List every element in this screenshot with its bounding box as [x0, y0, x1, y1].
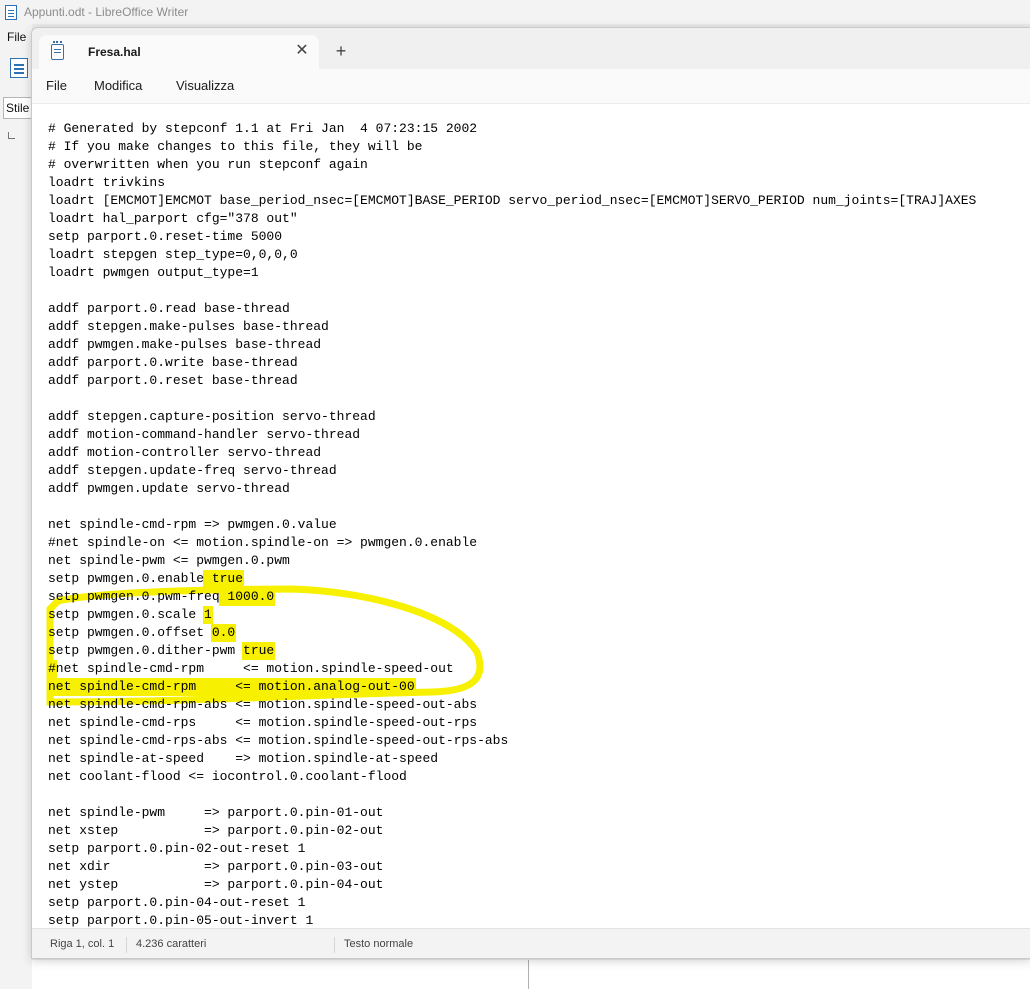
page-corner-mark: [8, 132, 15, 139]
code-line: setp parport.0.reset-time 5000: [48, 229, 283, 244]
new-tab-button[interactable]: +: [331, 41, 351, 61]
menu-visualizza[interactable]: Visualizza: [176, 78, 234, 93]
notepad-window: Fresa.hal ✕ + File Modifica Visualizza #…: [31, 27, 1030, 959]
status-char-count: 4.236 caratteri: [136, 938, 207, 950]
code-line: setp pwmgen.0.offset 0.0: [48, 625, 236, 640]
code-line: net spindle-pwm => parport.0.pin-01-out: [48, 805, 384, 820]
writer-toolbar-icon[interactable]: [10, 58, 28, 78]
code-line: addf parport.0.read base-thread: [48, 301, 290, 316]
code-line: net xstep => parport.0.pin-02-out: [48, 823, 384, 838]
background-document-area: [32, 960, 1030, 989]
code-line: # If you make changes to this file, they…: [48, 139, 423, 154]
code-line: setp pwmgen.0.pwm-freq 1000.0: [48, 589, 275, 604]
code-line: addf stepgen.update-freq servo-thread: [48, 463, 337, 478]
background-window-title: Appunti.odt - LibreOffice Writer: [24, 5, 189, 19]
close-icon[interactable]: ✕: [292, 41, 312, 61]
code-line: loadrt stepgen step_type=0,0,0,0: [48, 247, 298, 262]
code-line: addf motion-command-handler servo-thread: [48, 427, 361, 442]
code-line: loadrt [EMCMOT]EMCMOT base_period_nsec=[…: [48, 193, 977, 208]
code-line: addf pwmgen.make-pulses base-thread: [48, 337, 322, 352]
code-line: loadrt hal_parport cfg="378 out": [48, 211, 298, 226]
status-separator: [334, 937, 335, 953]
code-line: setp pwmgen.0.scale 1: [48, 607, 212, 622]
code-line: net spindle-cmd-rpm <= motion.analog-out…: [48, 679, 415, 694]
code-line: setp pwmgen.0.enable true: [48, 571, 244, 586]
tab-bar: Fresa.hal ✕ +: [32, 28, 1030, 69]
writer-document-icon: [5, 4, 17, 20]
code-line: net spindle-cmd-rpm => pwmgen.0.value: [48, 517, 337, 532]
code-line: loadrt trivkins: [48, 175, 166, 190]
code-line: #net spindle-cmd-rpm <= motion.spindle-s…: [48, 661, 454, 676]
code-line: net ystep => parport.0.pin-04-out: [48, 877, 384, 892]
status-bar: Riga 1, col. 1 4.236 caratteri Testo nor…: [32, 928, 1030, 958]
code-line: # overwritten when you run stepconf agai…: [48, 157, 368, 172]
code-line: net spindle-cmd-rps-abs <= motion.spindl…: [48, 733, 509, 748]
tab-title: Fresa.hal: [88, 45, 141, 59]
code-line: net spindle-cmd-rpm-abs <= motion.spindl…: [48, 697, 478, 712]
code-line: addf stepgen.make-pulses base-thread: [48, 319, 329, 334]
code-line: net coolant-flood <= iocontrol.0.coolant…: [48, 769, 407, 784]
code-line: net xdir => parport.0.pin-03-out: [48, 859, 384, 874]
notepad-icon: [51, 41, 64, 60]
code-line: loadrt pwmgen output_type=1: [48, 265, 259, 280]
code-line: addf motion-controller servo-thread: [48, 445, 322, 460]
status-cursor-position: Riga 1, col. 1: [50, 938, 115, 950]
text-editor[interactable]: # Generated by stepconf 1.1 at Fri Jan 4…: [32, 104, 1030, 928]
status-text-style: Testo normale: [344, 938, 414, 950]
code-line: net spindle-pwm <= pwmgen.0.pwm: [48, 553, 290, 568]
menu-modifica[interactable]: Modifica: [94, 78, 142, 93]
code-line: setp parport.0.pin-02-out-reset 1: [48, 841, 306, 856]
status-separator: [126, 937, 127, 953]
code-line: setp parport.0.pin-04-out-reset 1: [48, 895, 306, 910]
code-line: addf parport.0.reset base-thread: [48, 373, 298, 388]
tab-fresa-hal[interactable]: Fresa.hal ✕: [39, 35, 319, 69]
code-line: net spindle-cmd-rps <= motion.spindle-sp…: [48, 715, 478, 730]
menu-bar: File Modifica Visualizza: [32, 69, 1030, 104]
code-line: net spindle-at-speed => motion.spindle-a…: [48, 751, 439, 766]
background-divider: [528, 960, 529, 989]
background-titlebar: Appunti.odt - LibreOffice Writer: [0, 0, 1030, 24]
menu-file[interactable]: File: [46, 78, 67, 93]
background-menu-file[interactable]: File: [7, 30, 26, 44]
background-window-edge: [0, 24, 32, 989]
code-line: setp pwmgen.0.dither-pwm true: [48, 643, 275, 658]
code-line: addf parport.0.write base-thread: [48, 355, 298, 370]
code-line: #net spindle-on <= motion.spindle-on => …: [48, 535, 478, 550]
code-line: addf stepgen.capture-position servo-thre…: [48, 409, 376, 424]
code-line: addf pwmgen.update servo-thread: [48, 481, 290, 496]
code-line: # Generated by stepconf 1.1 at Fri Jan 4…: [48, 121, 478, 136]
file-content[interactable]: # Generated by stepconf 1.1 at Fri Jan 4…: [48, 120, 976, 930]
